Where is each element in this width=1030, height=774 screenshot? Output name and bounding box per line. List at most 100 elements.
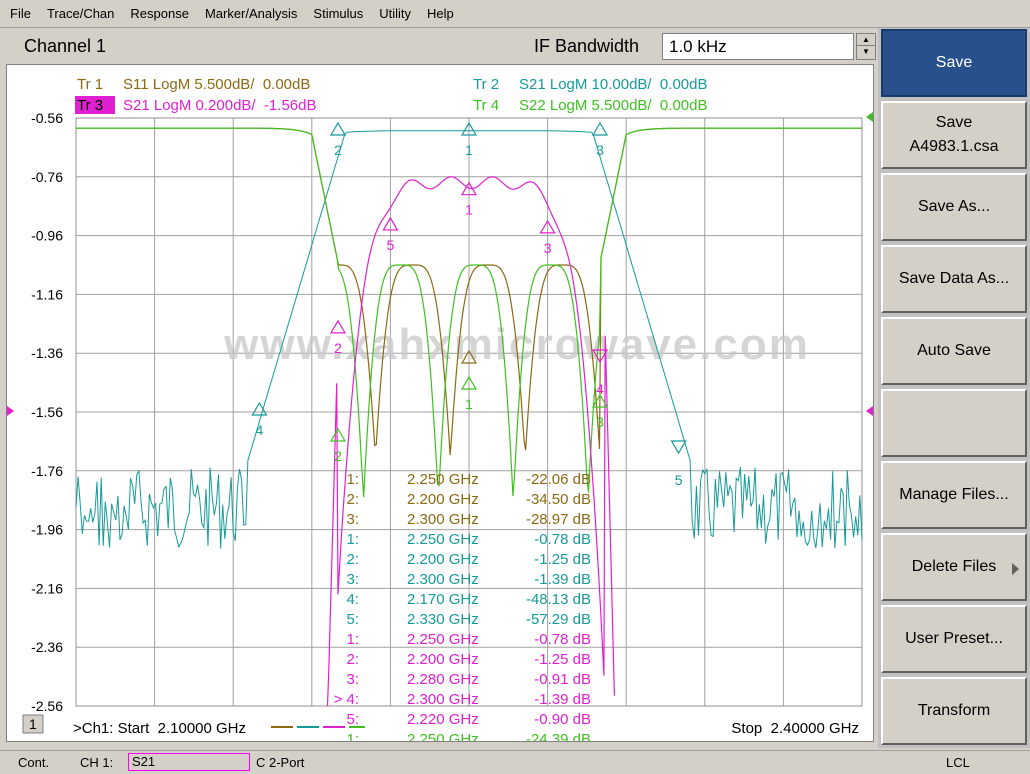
sweep-mode[interactable]: Cont. [18, 755, 49, 770]
spin-down-icon[interactable]: ▼ [857, 46, 875, 58]
y-tick-label: -2.36 [31, 639, 63, 655]
marker-triangle[interactable] [329, 121, 347, 136]
softkey-label: Save Data As... [898, 270, 1010, 287]
marker-readout-table: 1: 2.250 GHz -22.06 dB 2: 2.200 GHz -34.50 dB… [334, 471, 591, 741]
tr1-label[interactable]: Tr 1 [77, 76, 103, 93]
save-as-softkey[interactable]: Save As... [881, 173, 1027, 241]
transform-softkey[interactable]: Transform [881, 677, 1027, 745]
marker-frequency: 2.200 GHz [407, 551, 479, 568]
menu-file[interactable]: File [10, 6, 31, 21]
save-data-as-softkey[interactable]: Save Data As... [881, 245, 1027, 313]
save-file-softkey[interactable]: Save A4983.1.csa [881, 101, 1027, 169]
if-bandwidth-label: IF Bandwidth [534, 36, 640, 56]
y-tick-label: -1.56 [31, 404, 63, 420]
channel-header: Channel 1 IF Bandwidth 1.0 kHz ▲ ▼ [6, 30, 876, 64]
if-bandwidth-spinner[interactable]: ▲ ▼ [856, 33, 876, 60]
marker-frequency: 2.220 GHz [407, 711, 479, 728]
marker-number: 2 [334, 340, 342, 356]
softkey-label: Delete Files [911, 558, 997, 575]
tr3-label[interactable]: Tr 3 [77, 97, 103, 114]
marker-value: -24.39 dB [526, 731, 591, 741]
marker-id: 4: [346, 591, 359, 608]
submenu-arrow-icon [1012, 563, 1019, 575]
y-tick-label: -1.36 [31, 345, 63, 361]
blank-softkey[interactable] [881, 389, 1027, 457]
softkey-label: Transform [917, 702, 991, 719]
marker-triangle[interactable] [591, 121, 609, 136]
y-tick-label: -0.56 [31, 110, 63, 126]
save-softkey[interactable]: Save [881, 29, 1027, 97]
reference-left-arrow-icon[interactable] [7, 406, 14, 416]
softkey-label: Save [935, 114, 973, 131]
reference-right-arrow-green-icon[interactable] [866, 112, 873, 122]
marker-value: -0.78 dB [534, 531, 591, 548]
stop-frequency[interactable]: Stop 2.40000 GHz [731, 720, 859, 737]
tr4-label[interactable]: Tr 4 [473, 97, 499, 114]
user-preset-softkey[interactable]: User Preset... [881, 605, 1027, 673]
marker-number: 2 [334, 142, 342, 158]
tr3-text: S21 LogM 0.200dB/ -1.56dB [123, 97, 316, 114]
channel-indicator: CH 1: [80, 755, 114, 770]
marker-number: 5 [387, 237, 395, 253]
reference-right-arrow-icon[interactable] [866, 406, 873, 416]
marker-id: 1: [346, 471, 359, 488]
marker-id: 3: [346, 671, 359, 688]
delete-files-softkey[interactable]: Delete Files [881, 533, 1027, 601]
marker-number: 1 [465, 142, 473, 158]
active-parameter[interactable]: S21 [128, 753, 250, 771]
marker-frequency: 2.300 GHz [407, 571, 479, 588]
marker-number: 5 [675, 472, 683, 488]
marker-value: -1.39 dB [534, 691, 591, 708]
marker-number: 1 [465, 202, 473, 218]
softkey-label: Save [935, 54, 973, 71]
marker-triangle[interactable] [329, 427, 347, 442]
marker-id: 3: [346, 571, 359, 588]
menu-response[interactable]: Response [130, 6, 189, 21]
marker-triangle[interactable] [670, 440, 687, 455]
softkey-label: Save As... [917, 198, 991, 215]
menu-help[interactable]: Help [427, 6, 454, 21]
menu-stimulus[interactable]: Stimulus [313, 6, 363, 21]
marker-value: -28.97 dB [526, 511, 591, 528]
remote-status: LCL [946, 755, 970, 770]
marker-value: -0.91 dB [534, 671, 591, 688]
menu-utility[interactable]: Utility [379, 6, 411, 21]
marker-id: 1: [346, 731, 359, 741]
marker-frequency: 2.250 GHz [407, 631, 479, 648]
trace-legend: Tr 1 S11 LogM 5.500dB/ 0.00dB Tr 2 S21 L… [75, 76, 707, 114]
marker-id: > 4: [334, 691, 359, 708]
marker-id: 2: [346, 551, 359, 568]
marker-frequency: 2.250 GHz [407, 531, 479, 548]
y-tick-label: -1.96 [31, 522, 63, 538]
marker-id: 3: [346, 511, 359, 528]
status-bar: Cont. CH 1: S21 C 2-Port LCL [0, 750, 1030, 774]
if-bandwidth-input[interactable]: 1.0 kHz [662, 33, 854, 60]
trace-plot: www.xahxmicrowave.com -0.56-0.76-0.96-1.… [7, 76, 873, 741]
manage-files-softkey[interactable]: Manage Files... [881, 461, 1027, 529]
softkey-panel: Save Save A4983.1.csa Save As... Save Data A… [878, 28, 1030, 748]
marker-id: 2: [346, 651, 359, 668]
marker-value: -34.50 dB [526, 491, 591, 508]
port-config: C 2-Port [256, 755, 305, 770]
marker-id: 5: [346, 711, 359, 728]
auto-save-softkey[interactable]: Auto Save [881, 317, 1027, 385]
start-frequency[interactable]: >Ch1: Start 2.10000 GHz [73, 720, 246, 737]
y-axis-ticks: -0.56 -0.76 -0.96 -1.16 -1.36 -1.56 -1.76 -1.96… [31, 110, 63, 714]
tr2-label[interactable]: Tr 2 [473, 76, 499, 93]
marker-frequency: 2.300 GHz [407, 691, 479, 708]
y-tick-label: -1.16 [31, 286, 63, 302]
marker-id: 5: [346, 611, 359, 628]
marker-value: -48.13 dB [526, 591, 591, 608]
plot-area[interactable]: www.xahxmicrowave.com -0.56 -0.76 -0.96 -1.… [6, 64, 874, 742]
marker-frequency: 2.200 GHz [407, 651, 479, 668]
softkey-label: User Preset... [905, 630, 1003, 647]
softkey-label: Auto Save [917, 342, 991, 359]
y-tick-label: -1.76 [31, 463, 63, 479]
menu-marker-analysis[interactable]: Marker/Analysis [205, 6, 297, 21]
menu-trace-chan[interactable]: Trace/Chan [47, 6, 114, 21]
y-tick-label: -2.56 [31, 698, 63, 714]
spin-up-icon[interactable]: ▲ [857, 34, 875, 46]
softkey-sublabel: A4983.1.csa [909, 138, 999, 155]
marker-frequency: 2.200 GHz [407, 491, 479, 508]
vna-window: File Trace/Chan Response Marker/Analysis… [0, 0, 1030, 774]
